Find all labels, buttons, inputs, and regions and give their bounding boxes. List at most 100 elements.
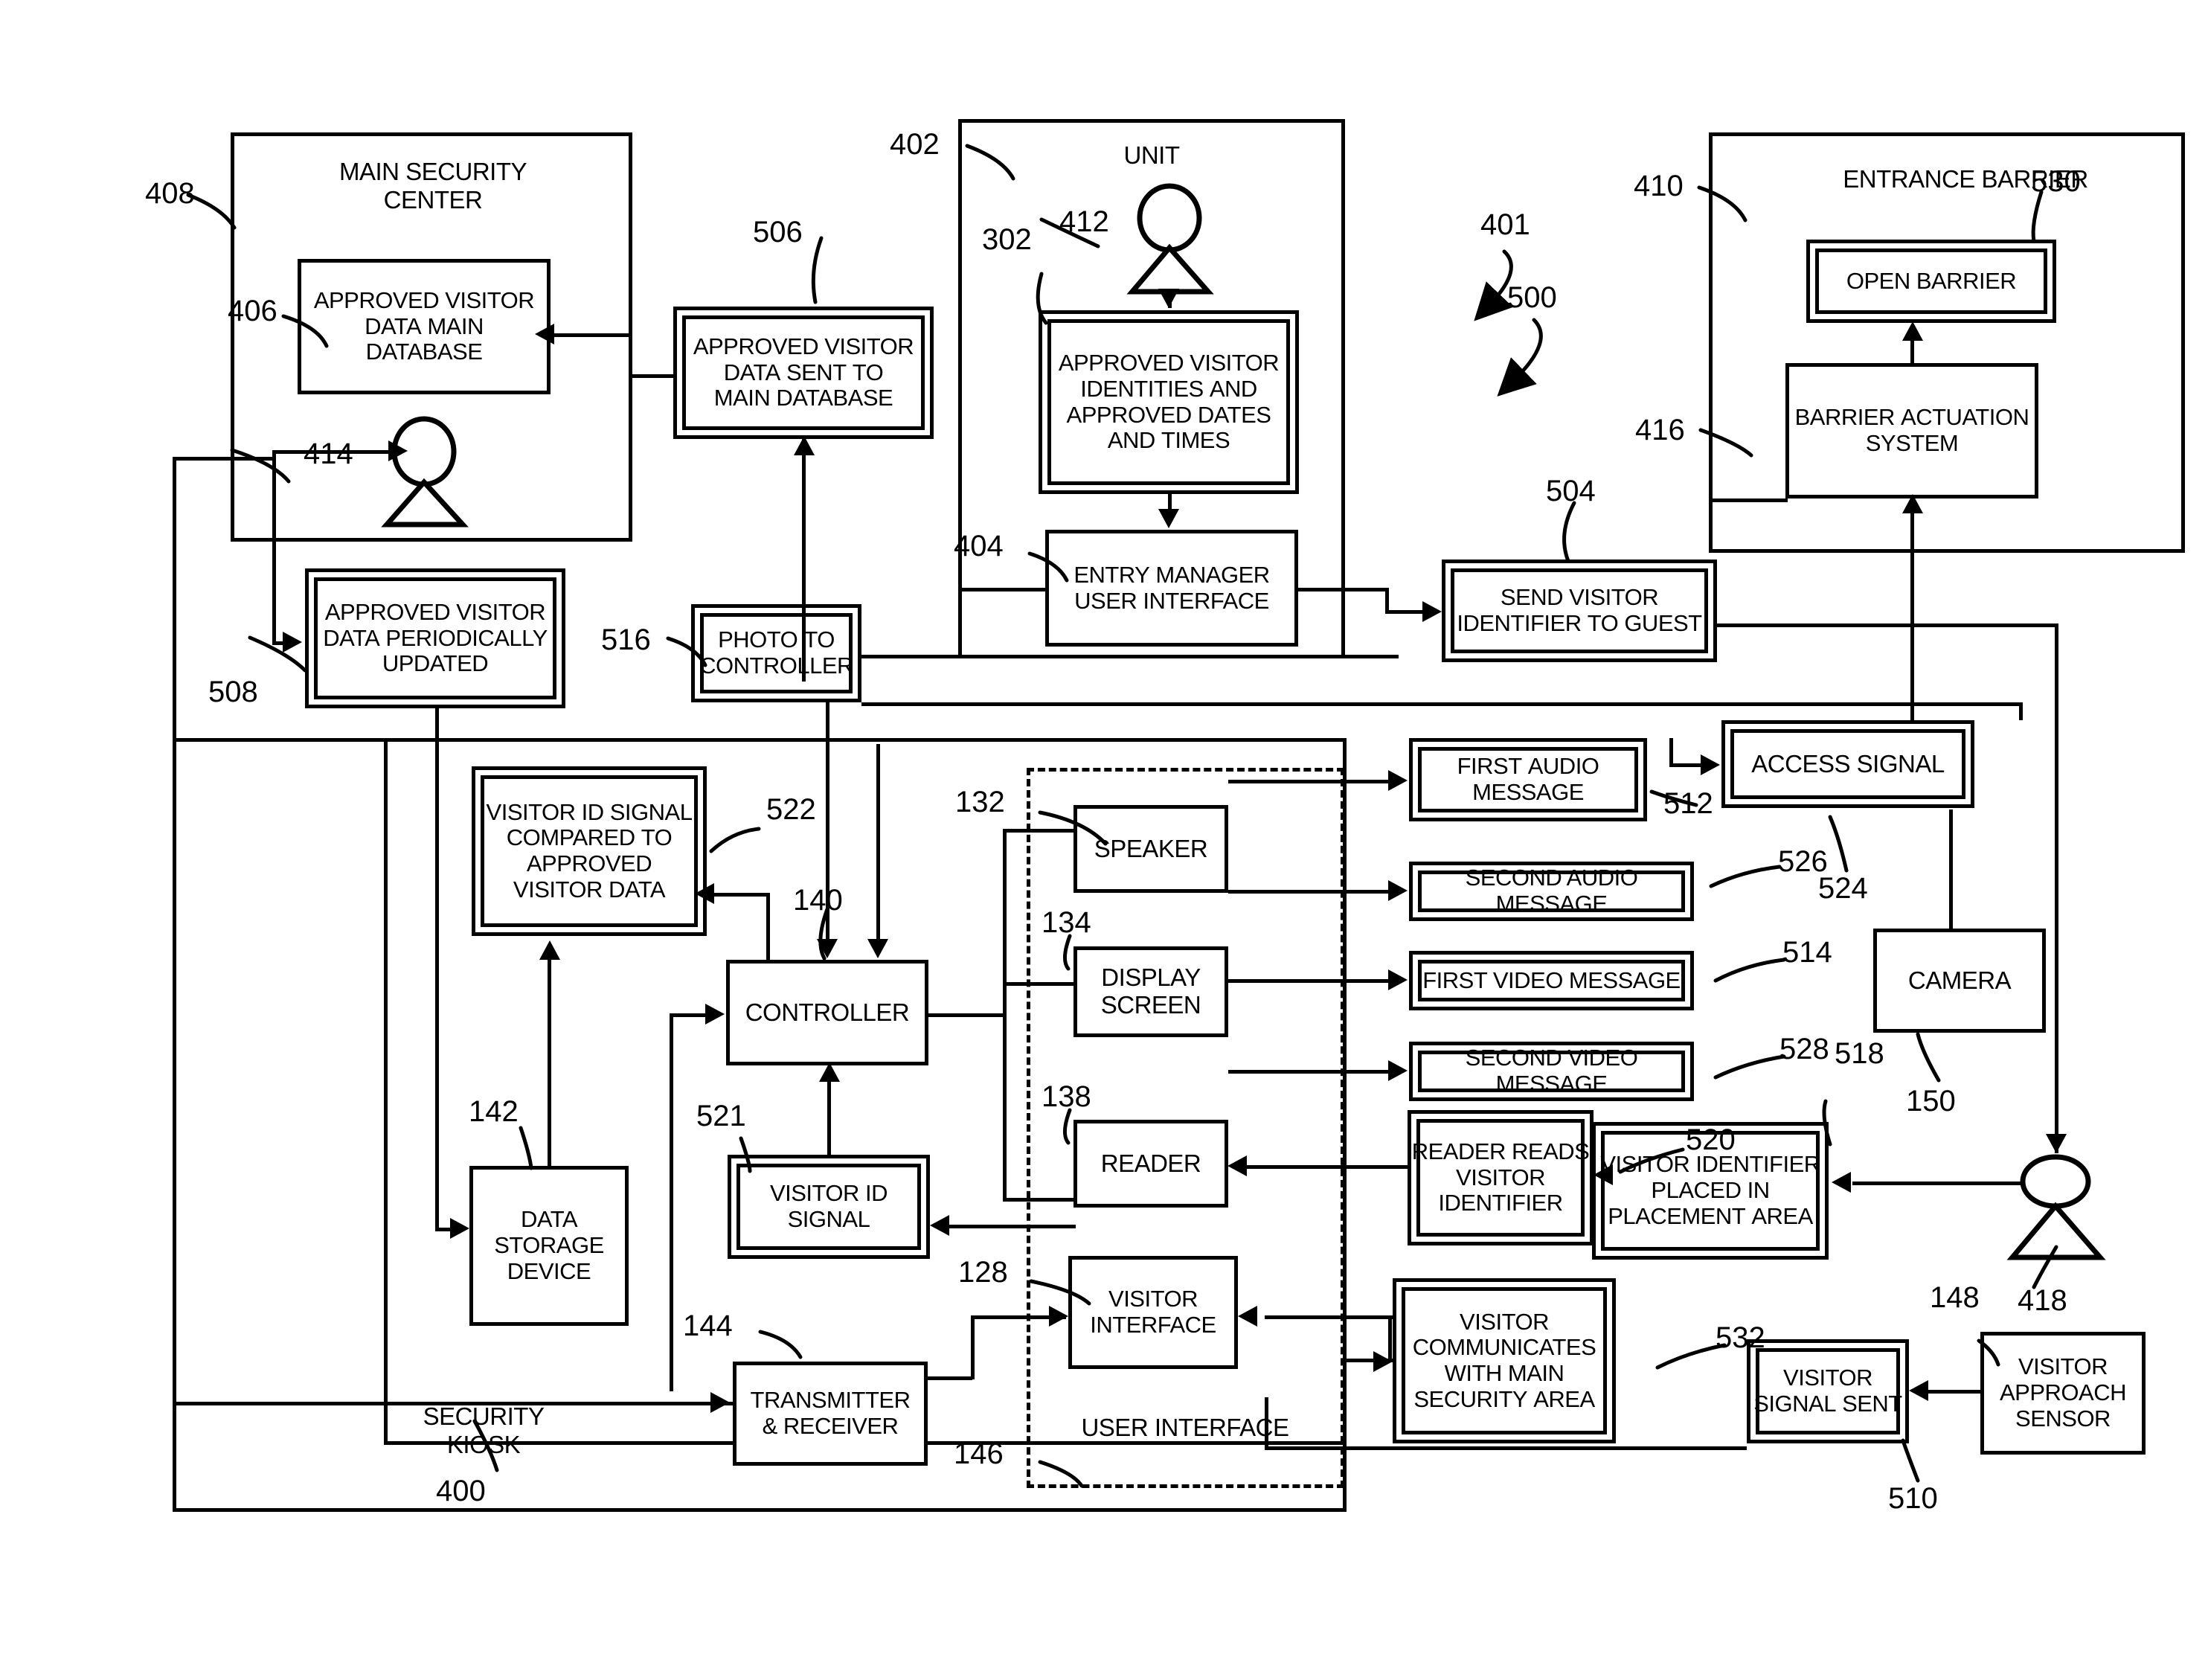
access-signal-label: ACCESS SIGNAL <box>1751 749 1945 778</box>
line-to-414 <box>272 450 391 454</box>
line-506-to-406-b <box>554 333 632 337</box>
arrow-display-to-second-video <box>1388 1060 1408 1081</box>
line-controller-to-522-v <box>766 893 770 961</box>
second-video-message-label: SECOND VIDEO MESSAGE <box>1465 1045 1638 1097</box>
approved-visitor-identities-box[interactable]: APPROVED VISITOR IDENTITIES AND APPROVED D… <box>1039 310 1299 494</box>
line-148-to-510 <box>1928 1390 1982 1394</box>
arrow-524-to-416 <box>1902 494 1923 513</box>
line-access-bus-bottom <box>861 702 2022 706</box>
speaker-box[interactable]: SPEAKER <box>1073 805 1228 893</box>
entry-manager-user-interface-box[interactable]: ENTRY MANAGER USER INTERFACE <box>1045 530 1298 647</box>
line-506-to-406-v <box>629 333 632 376</box>
line-508-short <box>435 1190 439 1229</box>
line-entrancebarrier-left-h <box>1709 498 1788 502</box>
visitor-interface-box[interactable]: VISITOR INTERFACE <box>1068 1256 1238 1369</box>
photo-to-controller-label: PHOTO TO CONTROLLER <box>699 626 853 679</box>
entry-manager-user-interface-label: ENTRY MANAGER USER INTERFACE <box>1073 561 1270 614</box>
arrow-to-506-up <box>794 436 815 455</box>
transmitter-receiver-box[interactable]: TRANSMITTER & RECEIVER <box>733 1362 928 1466</box>
arrow-to-controller-left <box>705 1004 725 1025</box>
send-visitor-identifier-box[interactable]: SEND VISITOR IDENTIFIER TO GUEST <box>1442 560 1717 662</box>
display-screen-label: DISPLAY SCREEN <box>1100 964 1201 1019</box>
reader-reads-visitor-identifier-box[interactable]: READER READS VISITOR IDENTIFIER <box>1408 1110 1594 1245</box>
first-audio-message-label: FIRST AUDIO MESSAGE <box>1457 753 1599 805</box>
visitor-approach-sensor-box[interactable]: VISITOR APPROACH SENSOR <box>1980 1332 2146 1455</box>
line-transmitter-to-controller-h <box>670 1013 708 1017</box>
approved-visitor-data-main-database-box[interactable]: APPROVED VISITOR DATA MAIN DATABASE <box>298 259 551 394</box>
controller-label: CONTROLLER <box>745 998 910 1026</box>
first-video-message-box[interactable]: FIRST VIDEO MESSAGE <box>1409 951 1694 1010</box>
visitor-interface-label: VISITOR INTERFACE <box>1090 1286 1216 1338</box>
visitor-signal-sent-label: VISITOR SIGNAL SENT <box>1753 1365 1902 1417</box>
line-access-bus-riser <box>2019 702 2023 720</box>
access-signal-box[interactable]: ACCESS SIGNAL <box>1721 720 1974 808</box>
ref-402: 402 <box>890 128 940 161</box>
left-spine-top-h <box>173 457 274 461</box>
visitor-signal-sent-box[interactable]: VISITOR SIGNAL SENT <box>1747 1339 1909 1443</box>
line-532-to-visitor-interface <box>1265 1315 1393 1319</box>
ref-412: 412 <box>1059 205 1109 238</box>
line-to-508-v <box>272 580 276 644</box>
ref-521: 521 <box>696 1100 746 1132</box>
approved-visitor-data-sent-box[interactable]: APPROVED VISITOR DATA SENT TO MAIN DATABAS… <box>673 307 934 439</box>
arrow-controller-to-522 <box>695 883 714 904</box>
barrier-actuation-system-box[interactable]: BARRIER ACTUATION SYSTEM <box>1785 363 2038 498</box>
ref-416: 416 <box>1635 414 1685 446</box>
ref-132: 132 <box>955 786 1005 818</box>
ref-128: 128 <box>958 1256 1008 1289</box>
ref-504: 504 <box>1546 475 1596 507</box>
ref-142: 142 <box>469 1095 519 1128</box>
visitor-id-signal-compared-box[interactable]: VISITOR ID SIGNAL COMPARED TO APPROVED VISI… <box>472 766 707 936</box>
ui-bus-to-reader <box>1003 1198 1076 1202</box>
arrow-416-to-530 <box>1902 321 1923 341</box>
security-kiosk-label: SECURITY KIOSK <box>423 1402 545 1458</box>
arrow-521-to-controller <box>819 1062 840 1082</box>
ref-532: 532 <box>1716 1321 1765 1354</box>
line-to-visitor-interface-b <box>928 1376 972 1380</box>
arrow-firstaudio-to-access <box>1701 754 1720 775</box>
display-screen-box[interactable]: DISPLAY SCREEN <box>1073 946 1228 1037</box>
arrow-to-508 <box>283 632 302 653</box>
arrow-506-to-406 <box>535 324 554 344</box>
visitor-id-signal-box[interactable]: VISITOR ID SIGNAL <box>728 1155 930 1259</box>
ref-512: 512 <box>1663 787 1713 820</box>
line-speaker-to-first-audio <box>1228 780 1390 783</box>
arrow-speaker-to-second-audio <box>1388 880 1408 901</box>
arrow-left-spine-to-transmitter <box>710 1392 730 1413</box>
arrow-reader-to-vidsignal <box>930 1215 949 1236</box>
ref-520: 520 <box>1686 1123 1736 1156</box>
reader-label: READER <box>1100 1149 1201 1177</box>
data-storage-device-box[interactable]: DATA STORAGE DEVICE <box>469 1166 629 1326</box>
line-516-right <box>861 655 1399 658</box>
approved-visitor-data-periodically-updated-box[interactable]: APPROVED VISITOR DATA PERIODICALLY UPDATED <box>305 568 565 708</box>
data-storage-device-label: DATA STORAGE DEVICE <box>494 1206 604 1284</box>
ref-418: 418 <box>2018 1284 2067 1317</box>
arrow-to-414 <box>388 440 408 461</box>
line-readerreads-to-reader <box>1247 1165 1408 1169</box>
controller-box[interactable]: CONTROLLER <box>726 960 928 1065</box>
arrow-display-to-first-video <box>1388 969 1408 990</box>
arrow-to-visitor-interface <box>1049 1306 1068 1327</box>
barrier-actuation-system-label: BARRIER ACTUATION SYSTEM <box>1794 404 2029 456</box>
line-404-to-504a <box>1298 588 1387 591</box>
second-video-message-box[interactable]: SECOND VIDEO MESSAGE <box>1409 1042 1694 1101</box>
main-security-center-label: MAIN SECURITY CENTER <box>338 158 527 214</box>
open-barrier-box[interactable]: OPEN BARRIER <box>1806 240 2056 323</box>
first-audio-message-box[interactable]: FIRST AUDIO MESSAGE <box>1409 738 1647 821</box>
second-audio-message-box[interactable]: SECOND AUDIO MESSAGE <box>1409 862 1694 921</box>
visitor-figure <box>2006 1154 2106 1260</box>
reader-box[interactable]: READER <box>1073 1120 1228 1208</box>
first-video-message-label: FIRST VIDEO MESSAGE <box>1422 966 1681 993</box>
ref-404: 404 <box>954 530 1004 562</box>
line-firstaudio-to-access-h <box>1669 763 1704 767</box>
line-access-right-h <box>1717 623 2058 627</box>
line-access-right-v <box>2055 623 2058 1153</box>
ref-516: 516 <box>601 623 651 656</box>
camera-box[interactable]: CAMERA <box>1873 929 2046 1033</box>
left-spine-bot-h <box>173 1402 734 1405</box>
ref-150: 150 <box>1906 1085 1956 1118</box>
photo-to-controller-box[interactable]: PHOTO TO CONTROLLER <box>691 604 861 702</box>
line-firstaudio-to-access-v <box>1669 738 1673 766</box>
visitor-communicates-box[interactable]: VISITOR COMMUNICATES WITH MAIN SECURITY ARE… <box>1393 1278 1616 1443</box>
ref-524: 524 <box>1818 872 1868 905</box>
